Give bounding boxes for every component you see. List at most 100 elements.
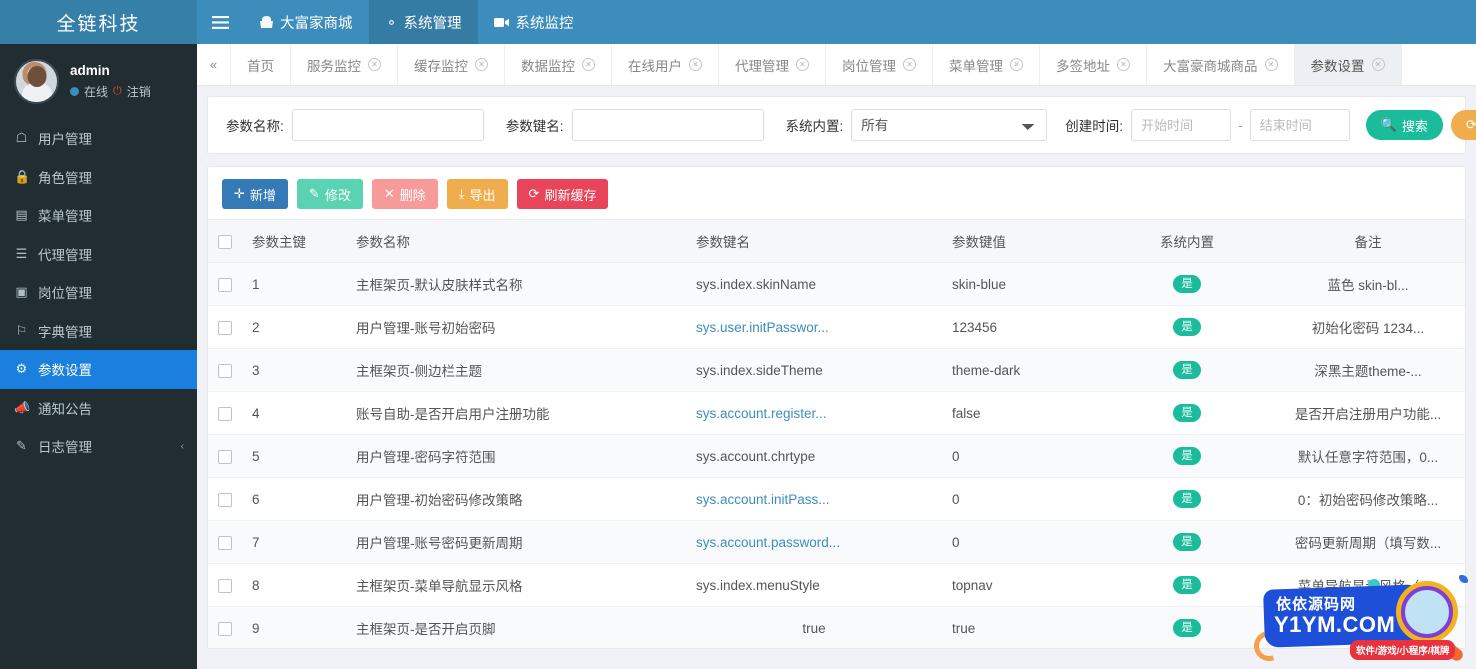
tab-strip: « 首页 服务监控 ✕ 缓存监控 ✕ 数据监控 ✕ 在线用户 ✕ 代理管理 ✕ … [197, 44, 1476, 86]
end-time-input[interactable] [1249, 109, 1350, 141]
col-header-name[interactable]: 参数名称 [346, 219, 686, 263]
col-header-key[interactable]: 参数键名 [686, 219, 942, 263]
tab-online-users[interactable]: 在线用户 ✕ [612, 44, 719, 85]
tab-param-settings[interactable]: 参数设置 ✕ [1294, 44, 1402, 85]
chevron-left-icon: ‹ [180, 440, 184, 452]
builtin-select[interactable]: 所有 是 否 [851, 109, 1048, 141]
cell-name: 主框架页-是否开启页脚 [346, 606, 686, 648]
table-row[interactable]: 9 主框架页-是否开启页脚 true true 是 [208, 606, 1465, 648]
col-header-remark[interactable]: 备注 [1249, 219, 1465, 263]
export-button[interactable]: ⤓ 导出 [446, 179, 508, 209]
sidebar-item-post-management[interactable]: ▣ 岗位管理 [0, 273, 197, 312]
start-time-input[interactable] [1131, 109, 1232, 141]
sidebar-item-menu-management[interactable]: ▤ 菜单管理 [0, 196, 197, 235]
reset-button[interactable]: ⟳ 重置 [1450, 110, 1476, 140]
top-header-bar: 全链科技 大富家商城 系统管理 系统监控 [0, 0, 1476, 44]
cell-builtin: 是 [1125, 391, 1249, 435]
params-table: 参数主键 参数名称 参数键名 参数键值 系统内置 备注 1 主框架页-默认皮肤样… [208, 219, 1465, 648]
cell-key[interactable]: sys.account.register... [686, 391, 942, 435]
action-toolbar: ✛ 新增 ✎ 修改 ✕ 删除 ⤓ 导出 ⟳ 刷新缓存 [208, 167, 1465, 219]
sidebar-label-2: 菜单管理 [38, 209, 92, 225]
select-all-checkbox[interactable] [218, 234, 232, 249]
col-header-builtin[interactable]: 系统内置 [1125, 219, 1249, 263]
delete-button[interactable]: ✕ 删除 [371, 179, 438, 209]
row-checkbox[interactable] [218, 578, 232, 593]
sidebar-item-param-settings[interactable]: ⚙ 参数设置 [0, 350, 197, 389]
tab-post-management[interactable]: 岗位管理 ✕ [826, 44, 933, 85]
param-key-input[interactable] [571, 109, 764, 141]
pencil-icon: ✎ [308, 186, 320, 201]
cell-key[interactable]: sys.user.initPasswor... [686, 305, 942, 349]
table-body: 1 主框架页-默认皮肤样式名称 sys.index.skinName skin-… [208, 262, 1465, 648]
row-checkbox[interactable] [218, 449, 232, 464]
tab-cache-monitor[interactable]: 缓存监控 ✕ [398, 44, 505, 85]
param-name-input[interactable] [291, 109, 484, 141]
cell-key[interactable]: sys.account.password... [686, 520, 942, 564]
table-row[interactable]: 5 用户管理-密码字符范围 sys.account.chrtype 0 是 默认… [208, 434, 1465, 478]
close-icon[interactable]: ✕ [368, 58, 381, 71]
close-icon[interactable]: ✕ [475, 58, 488, 71]
top-nav-item-system[interactable]: 系统管理 [368, 0, 478, 44]
tab-mall-products[interactable]: 大富豪商城商品 ✕ [1147, 44, 1295, 85]
row-checkbox[interactable] [218, 535, 232, 550]
tab-home[interactable]: 首页 [231, 44, 291, 85]
close-icon[interactable]: ✕ [796, 58, 809, 71]
table-row[interactable]: 8 主框架页-菜单导航显示风格 sys.index.menuStyle topn… [208, 563, 1465, 607]
tab-menu-management[interactable]: 菜单管理 ✕ [933, 44, 1040, 85]
close-icon[interactable]: ✕ [1117, 58, 1130, 71]
cell-value: 0 [942, 434, 1125, 478]
row-checkbox[interactable] [218, 406, 232, 421]
sidebar-item-dict-management[interactable]: ⚐ 字典管理 [0, 312, 197, 351]
cell-value: true [942, 606, 1125, 648]
sidebar-item-agent-management[interactable]: ☰ 代理管理 [0, 235, 197, 274]
sidebar-item-user-management[interactable]: ☖ 用户管理 [0, 119, 197, 158]
status-badge: 是 [1173, 618, 1201, 638]
tab-label-6: 岗位管理 [842, 58, 896, 74]
row-select-cell [208, 520, 242, 564]
refresh-cache-button[interactable]: ⟳ 刷新缓存 [516, 179, 609, 209]
top-nav-item-monitor[interactable]: 系统监控 [478, 0, 590, 44]
table-row[interactable]: 4 账号自助-是否开启用户注册功能 sys.account.register..… [208, 391, 1465, 435]
table-row[interactable]: 3 主框架页-侧边栏主题 sys.index.sideTheme theme-d… [208, 348, 1465, 392]
col-header-value[interactable]: 参数键值 [942, 219, 1125, 263]
double-chevron-left-icon[interactable]: « [197, 44, 231, 85]
search-button[interactable]: 🔍 搜索 [1365, 110, 1443, 140]
table-row[interactable]: 2 用户管理-账号初始密码 sys.user.initPasswor... 12… [208, 305, 1465, 349]
close-icon[interactable]: ✕ [689, 58, 702, 71]
tab-multisig-address[interactable]: 多签地址 ✕ [1040, 44, 1147, 85]
tab-service-monitor[interactable]: 服务监控 ✕ [291, 44, 398, 85]
logout-link[interactable]: 注销 [127, 83, 151, 100]
table-row[interactable]: 6 用户管理-初始密码修改策略 sys.account.initPass... … [208, 477, 1465, 521]
close-icon[interactable]: ✕ [903, 58, 916, 71]
edit-button[interactable]: ✎ 修改 [296, 179, 363, 209]
data-panel: ✛ 新增 ✎ 修改 ✕ 删除 ⤓ 导出 ⟳ 刷新缓存 参数主键 参数名称 参数键… [207, 166, 1466, 649]
row-checkbox[interactable] [218, 277, 232, 292]
sidebar-item-log-management[interactable]: ✎ 日志管理 ‹ [0, 427, 197, 466]
tab-agent-management[interactable]: 代理管理 ✕ [719, 44, 826, 85]
add-button[interactable]: ✛ 新增 [222, 179, 288, 209]
table-row[interactable]: 7 用户管理-账号密码更新周期 sys.account.password... … [208, 520, 1465, 564]
close-icon[interactable]: ✕ [1010, 58, 1023, 71]
table-row[interactable]: 1 主框架页-默认皮肤样式名称 sys.index.skinName skin-… [208, 262, 1465, 306]
avatar[interactable] [14, 59, 59, 104]
cell-key[interactable]: sys.account.initPass... [686, 477, 942, 521]
col-header-id[interactable]: 参数主键 [242, 219, 346, 263]
top-nav-item-mall[interactable]: 大富家商城 [243, 0, 369, 44]
cell-remark: 是否开启注册用户功能... [1249, 391, 1465, 435]
row-checkbox[interactable] [218, 320, 232, 335]
close-icon[interactable]: ✕ [1371, 58, 1385, 71]
sidebar-label-3: 代理管理 [38, 247, 92, 263]
cell-value: 0 [942, 477, 1125, 521]
refresh-cache-button-label: 刷新缓存 [544, 187, 597, 203]
tab-data-monitor[interactable]: 数据监控 ✕ [505, 44, 612, 85]
row-checkbox[interactable] [218, 363, 232, 378]
sidebar-item-role-management[interactable]: 🔒 角色管理 [0, 158, 197, 197]
close-icon[interactable]: ✕ [582, 58, 595, 71]
row-checkbox[interactable] [218, 621, 232, 636]
close-icon[interactable]: ✕ [1264, 58, 1278, 71]
hamburger-icon[interactable] [197, 0, 243, 44]
cell-value: topnav [942, 563, 1125, 607]
row-checkbox[interactable] [218, 492, 232, 507]
sidebar-item-notice[interactable]: 📣 通知公告 [0, 389, 197, 428]
brand-logo[interactable]: 全链科技 [0, 0, 197, 44]
